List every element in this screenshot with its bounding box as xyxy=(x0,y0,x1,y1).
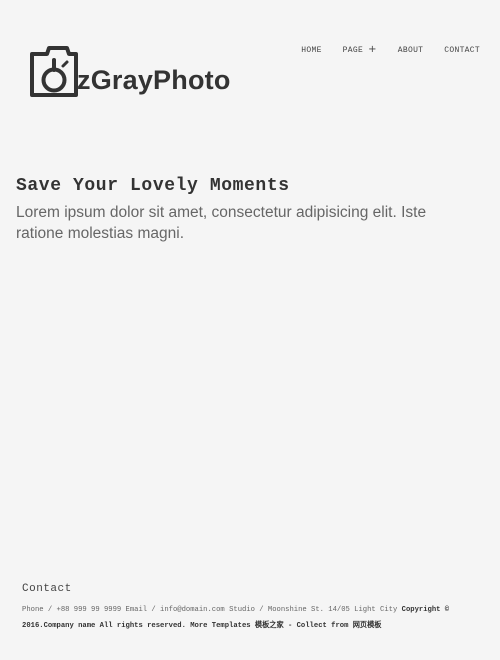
camera-icon xyxy=(30,46,78,97)
nav-item-contact[interactable]: CONTACT xyxy=(444,46,480,55)
nav-item-about[interactable]: ABOUT xyxy=(398,46,424,55)
footer-phone: Phone / +88 999 99 9999 xyxy=(22,606,122,614)
hero-description: Lorem ipsum dolor sit amet, consectetur … xyxy=(16,203,427,242)
main-nav: HOME PAGE + ABOUT CONTACT xyxy=(301,44,480,56)
nav-item-label: ABOUT xyxy=(397,46,424,55)
nav-item-label: HOME xyxy=(301,46,322,55)
hero-section: Save Your Lovely Moments Lorem ipsum dol… xyxy=(16,176,476,244)
site-logo[interactable]: zGrayPhoto xyxy=(23,44,231,106)
plus-icon: + xyxy=(368,44,377,55)
site-footer: Contact Phone / +88 999 99 9999 Email / … xyxy=(22,583,482,634)
footer-more-templates[interactable]: More Templates 模板之家 - Collect from 网页模板 xyxy=(190,622,381,630)
footer-email[interactable]: Email / info@domain.com xyxy=(126,606,225,614)
nav-item-page[interactable]: PAGE + xyxy=(342,44,377,56)
hero-title: Save Your Lovely Moments xyxy=(16,176,290,196)
brand-name: zGrayPhoto xyxy=(77,64,231,95)
footer-contact-lines: Phone / +88 999 99 9999 Email / info@dom… xyxy=(22,602,472,634)
site-header: zGrayPhoto HOME PAGE + ABOUT CONTACT xyxy=(0,0,500,120)
nav-item-label: PAGE xyxy=(342,46,364,55)
nav-item-home[interactable]: HOME xyxy=(301,46,321,55)
nav-item-label: CONTACT xyxy=(444,46,480,55)
footer-studio: Studio / Moonshine St. 14/05 Light City xyxy=(229,606,398,614)
footer-title: Contact xyxy=(22,583,72,595)
